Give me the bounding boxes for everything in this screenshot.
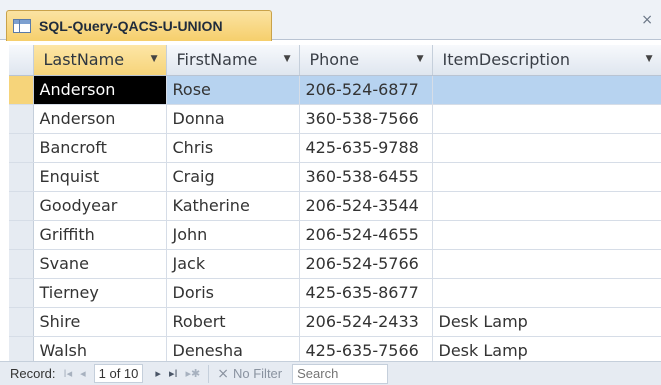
column-header-label: ItemDescription: [442, 50, 571, 70]
chevron-down-icon[interactable]: ▼: [151, 54, 158, 64]
record-selector[interactable]: [9, 307, 34, 337]
close-icon[interactable]: ×: [641, 12, 653, 28]
table-row[interactable]: Svane Jack 206-524-5766: [9, 249, 661, 279]
cell-phone[interactable]: 206-524-6877: [299, 75, 433, 105]
cell-lastname[interactable]: Griffith: [33, 220, 167, 250]
cell-firstname[interactable]: Craig: [166, 162, 300, 192]
cell-phone[interactable]: 206-524-5766: [299, 249, 433, 279]
column-header-label: FirstName: [176, 50, 258, 70]
cell-lastname[interactable]: Anderson: [33, 104, 167, 134]
cell-lastname[interactable]: Svane: [33, 249, 167, 279]
table-row[interactable]: Bancroft Chris 425-635-9788: [9, 133, 661, 163]
cell-itemdescription[interactable]: Desk Lamp: [432, 307, 661, 337]
chevron-down-icon[interactable]: ▼: [284, 54, 291, 64]
table-row[interactable]: Griffith John 206-524-4655: [9, 220, 661, 250]
column-header-label: Phone: [309, 50, 360, 70]
document-tab-strip: SQL-Query-QACS-U-UNION ×: [0, 0, 661, 41]
column-header-itemdescription[interactable]: ItemDescription ▼: [432, 45, 661, 76]
record-selector[interactable]: [9, 249, 34, 279]
table-row[interactable]: Shire Robert 206-524-2433 Desk Lamp: [9, 307, 661, 337]
cell-phone[interactable]: 360-538-7566: [299, 104, 433, 134]
cell-itemdescription[interactable]: [432, 249, 661, 279]
cell-phone[interactable]: 425-635-9788: [299, 133, 433, 163]
no-filter-icon: ⨯: [217, 365, 229, 381]
cell-lastname[interactable]: Enquist: [33, 162, 167, 192]
cell-firstname[interactable]: Katherine: [166, 191, 300, 221]
divider: [208, 364, 210, 383]
cell-firstname[interactable]: John: [166, 220, 300, 250]
last-record-icon[interactable]: ▸I: [169, 367, 178, 380]
table-row[interactable]: Anderson Rose 206-524-6877: [9, 75, 661, 105]
record-navigation-bar: Record: I◂ ◂ 1 of 10 ▸ ▸I ▸✱ ⨯ No Filter: [0, 361, 661, 385]
cell-phone[interactable]: 425-635-8677: [299, 278, 433, 308]
column-header-lastname[interactable]: LastName ▼: [33, 45, 167, 76]
cell-firstname[interactable]: Robert: [166, 307, 300, 337]
record-selector[interactable]: [9, 75, 34, 105]
cell-firstname[interactable]: Chris: [166, 133, 300, 163]
next-record-icon[interactable]: ▸: [155, 367, 161, 380]
cell-phone[interactable]: 206-524-2433: [299, 307, 433, 337]
column-header-phone[interactable]: Phone ▼: [299, 45, 433, 76]
new-record-icon[interactable]: ▸✱: [186, 367, 201, 380]
cell-lastname[interactable]: Tierney: [33, 278, 167, 308]
tab-title: SQL-Query-QACS-U-UNION: [39, 18, 223, 34]
table-row[interactable]: Enquist Craig 360-538-6455: [9, 162, 661, 192]
column-header-label: LastName: [43, 50, 125, 70]
cell-lastname[interactable]: Bancroft: [33, 133, 167, 163]
record-selector[interactable]: [9, 104, 34, 134]
cell-firstname[interactable]: Rose: [166, 75, 300, 105]
record-selector[interactable]: [9, 278, 34, 308]
cell-phone[interactable]: 206-524-3544: [299, 191, 433, 221]
query-datasheet-icon: [13, 19, 31, 33]
datasheet-grid: LastName ▼ FirstName ▼ Phone ▼ ItemDescript…: [9, 45, 661, 366]
cell-firstname[interactable]: Donna: [166, 104, 300, 134]
cell-itemdescription[interactable]: [432, 75, 661, 105]
column-header-firstname[interactable]: FirstName ▼: [166, 45, 300, 76]
query-tab[interactable]: SQL-Query-QACS-U-UNION: [6, 10, 272, 41]
record-selector[interactable]: [9, 191, 34, 221]
record-selector[interactable]: [9, 133, 34, 163]
search-input[interactable]: [292, 363, 389, 384]
record-selector[interactable]: [9, 162, 34, 192]
cell-itemdescription[interactable]: [432, 278, 661, 308]
cell-itemdescription[interactable]: [432, 191, 661, 221]
cell-itemdescription[interactable]: [432, 220, 661, 250]
table-row[interactable]: Goodyear Katherine 206-524-3544: [9, 191, 661, 221]
cell-itemdescription[interactable]: [432, 104, 661, 134]
cell-lastname[interactable]: Goodyear: [33, 191, 167, 221]
record-selector[interactable]: [9, 220, 34, 250]
cell-firstname[interactable]: Doris: [166, 278, 300, 308]
cell-itemdescription[interactable]: [432, 162, 661, 192]
first-record-icon[interactable]: I◂: [64, 367, 73, 380]
table-row[interactable]: Anderson Donna 360-538-7566: [9, 104, 661, 134]
cell-itemdescription[interactable]: [432, 133, 661, 163]
cell-firstname[interactable]: Jack: [166, 249, 300, 279]
cell-lastname[interactable]: Anderson: [33, 75, 167, 105]
previous-record-icon[interactable]: ◂: [80, 367, 86, 380]
table-row[interactable]: Tierney Doris 425-635-8677: [9, 278, 661, 308]
current-record-field[interactable]: 1 of 10: [93, 364, 144, 383]
select-all-corner[interactable]: [9, 45, 34, 76]
filter-toggle-button[interactable]: No Filter: [233, 366, 282, 381]
record-label: Record:: [10, 366, 56, 381]
cell-phone[interactable]: 360-538-6455: [299, 162, 433, 192]
header-row: LastName ▼ FirstName ▼ Phone ▼ ItemDescript…: [9, 45, 661, 76]
datasheet-table: LastName ▼ FirstName ▼ Phone ▼ ItemDescript…: [9, 45, 661, 366]
cell-lastname[interactable]: Shire: [33, 307, 167, 337]
chevron-down-icon[interactable]: ▼: [646, 54, 653, 64]
cell-phone[interactable]: 206-524-4655: [299, 220, 433, 250]
chevron-down-icon[interactable]: ▼: [417, 54, 424, 64]
